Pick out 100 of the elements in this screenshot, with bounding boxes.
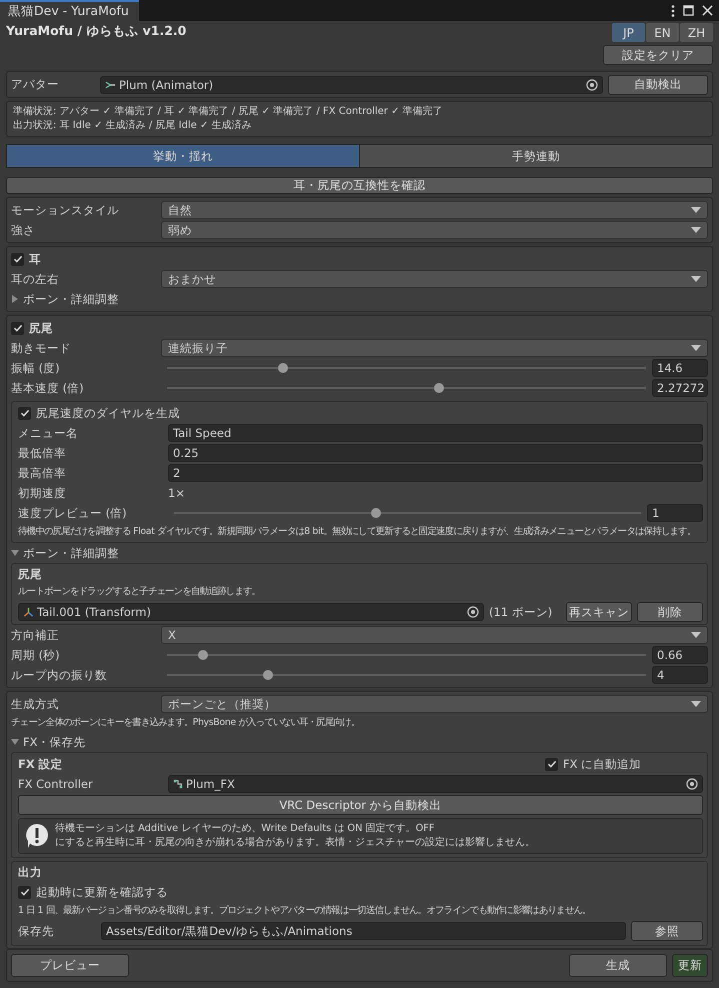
number-field[interactable]: 2.27272 <box>652 379 708 397</box>
auto-detect-button[interactable]: 自動検出 <box>608 74 708 94</box>
subsection-title: 尻尾 <box>18 566 42 582</box>
chain-button[interactable]: 再スキャン <box>566 602 632 622</box>
field-label: ループ内の振り数 <box>11 668 108 682</box>
dropdown[interactable]: ボーンごと（推奨） <box>161 695 708 713</box>
dropdown[interactable]: おまかせ <box>161 270 708 288</box>
slider-handle[interactable] <box>278 363 288 373</box>
text-field[interactable]: 2 <box>168 464 703 482</box>
caret-icon <box>691 207 701 213</box>
field-label: 方向補正 <box>11 628 60 642</box>
subsection-title: 出力 <box>18 865 42 880</box>
dropdown[interactable]: X <box>161 626 708 644</box>
foldout[interactable]: ボーン・詳細調整 <box>11 289 708 309</box>
help-text: 1 日 1 回、最新バージョン番号のみを取得します。プロジェクトやアバターの情報は一切送信しません。オフラインでも動作に影響はありません。 <box>18 904 592 918</box>
help-text: 待機中の尻尾だけを調整する Float ダイヤルです。新規同期パラメータは8 bit。無効にして更新すると固定速度に戻りますが、生成済みメニューとパラメータは保持します。 <box>18 525 697 539</box>
warning-icon <box>25 823 49 849</box>
triangle-icon <box>11 738 19 746</box>
field-label: FX Controller <box>18 777 94 791</box>
checkbox-label: 起動時に更新を確認する <box>36 884 168 900</box>
slider-handle[interactable] <box>434 383 444 393</box>
language-tab[interactable]: ZH <box>680 23 713 42</box>
object-field[interactable]: Plum_FX <box>168 775 703 793</box>
transform-axes-icon <box>23 606 34 618</box>
chain-button[interactable]: 削除 <box>637 602 703 622</box>
object-field[interactable]: Tail.001 (Transform) <box>18 603 484 621</box>
section-title: 耳 <box>29 252 41 266</box>
warning-text: にすると再生時に耳・尻尾の向きが崩れる場合があります。表情・ジェスチャーの設定には影響しません。 <box>55 836 535 850</box>
field-label: 振幅 (度) <box>11 360 61 376</box>
field-label: メニュー名 <box>18 426 79 440</box>
checkbox[interactable] <box>11 252 24 266</box>
field-label: 最高倍率 <box>18 466 67 480</box>
triangle-icon <box>11 549 19 557</box>
field-label: 速度プレビュー (倍) <box>18 506 128 520</box>
warning-text: 待機モーションは Additive レイヤーのため、Write Defaults は ON 固定です。OFF <box>55 822 436 836</box>
number-field[interactable]: 14.6 <box>652 359 708 377</box>
object-picker-icon[interactable] <box>586 78 598 90</box>
caret-icon <box>691 276 701 282</box>
language-tab[interactable]: EN <box>646 23 679 42</box>
object-picker-icon[interactable] <box>467 606 479 618</box>
object-field[interactable]: Plum (Animator) <box>100 76 603 94</box>
checkbox[interactable] <box>18 886 31 898</box>
number-field[interactable]: 1 <box>647 504 703 522</box>
bone-count: (11 ボーン) <box>489 604 554 620</box>
text-field[interactable]: 0.25 <box>168 444 703 462</box>
field-label: 基本速度 (倍) <box>11 380 85 396</box>
slider-handle[interactable] <box>370 508 380 518</box>
field-label: 初期速度 <box>18 486 67 500</box>
checkbox[interactable] <box>545 758 558 770</box>
field-label: 周期 (秒) <box>11 648 61 662</box>
help-text: チェーン全体のボーンにキーを書き込みます。PhysBone が入っていない耳・尻尾向け。 <box>11 716 360 730</box>
text-field[interactable]: Tail Speed <box>168 424 703 442</box>
update-button[interactable]: 更新 <box>672 954 708 977</box>
controller-icon <box>173 779 183 789</box>
path-field[interactable]: Assets/Editor/黒猫Dev/ゆらもふ/Animations <box>101 922 626 940</box>
field-label: モーションスタイル <box>11 202 120 218</box>
triangle-icon <box>11 295 19 303</box>
checkbox-label: 尻尾速度のダイヤルを生成 <box>36 406 180 420</box>
checkbox[interactable] <box>18 406 31 420</box>
help-text: ルートボーンをドラッグすると子チェーンを自動追跡します。 <box>18 585 262 599</box>
section-title: 尻尾 <box>29 320 53 336</box>
caret-icon <box>691 227 701 233</box>
checkbox[interactable] <box>11 322 24 334</box>
foldout[interactable]: ボーン・詳細調整 <box>11 543 708 563</box>
generate-button[interactable]: 生成 <box>569 954 667 977</box>
dropdown[interactable]: 弱め <box>161 221 708 239</box>
caret-icon <box>691 701 701 707</box>
checkbox-label: FX に自動追加 <box>563 756 642 772</box>
slider-handle[interactable] <box>263 670 274 680</box>
clear-settings-button[interactable]: 設定をクリア <box>603 45 713 65</box>
compatibility-check-button[interactable]: 耳・尻尾の互換性を確認 <box>6 177 713 194</box>
dropdown[interactable]: 自然 <box>161 201 708 219</box>
value-text: 1× <box>168 486 186 500</box>
slider-handle[interactable] <box>198 650 208 660</box>
language-tab[interactable]: JP <box>612 23 645 42</box>
animator-icon <box>105 80 116 90</box>
number-field[interactable]: 0.66 <box>652 646 708 664</box>
detect-from-descriptor-button[interactable]: VRC Descriptor から自動検出 <box>18 795 703 815</box>
window-title: 黒猫Dev - YuraMofu <box>0 0 139 21</box>
subsection-title: FX 設定 <box>18 756 64 772</box>
close-icon[interactable] <box>702 5 713 16</box>
number-field[interactable]: 4 <box>652 666 708 684</box>
caret-icon <box>691 345 701 351</box>
field-label: アバター <box>11 77 60 92</box>
field-label: 動きモード <box>11 340 72 356</box>
field-label: 強さ <box>11 222 36 238</box>
tab[interactable]: 挙動・揺れ <box>7 145 359 167</box>
more-options-icon[interactable] <box>671 4 675 16</box>
maximize-icon[interactable] <box>683 5 694 16</box>
app-title: YuraMofu / ゆらもふ v1.2.0 <box>6 23 186 40</box>
dropdown[interactable]: 連続振り子 <box>161 339 708 357</box>
status-text: 出力状況: 耳 Idle ✓ 生成済み / 尻尾 Idle ✓ 生成済み <box>13 119 253 133</box>
tab[interactable]: 手勢連動 <box>359 145 712 167</box>
caret-icon <box>691 632 701 638</box>
field-label: 保存先 <box>18 924 55 938</box>
foldout[interactable]: FX・保存先 <box>11 732 708 752</box>
browse-button[interactable]: 参照 <box>631 921 703 941</box>
preview-button[interactable]: プレビュー <box>11 954 129 977</box>
object-picker-icon[interactable] <box>686 778 698 790</box>
field-label: 最低倍率 <box>18 446 67 460</box>
